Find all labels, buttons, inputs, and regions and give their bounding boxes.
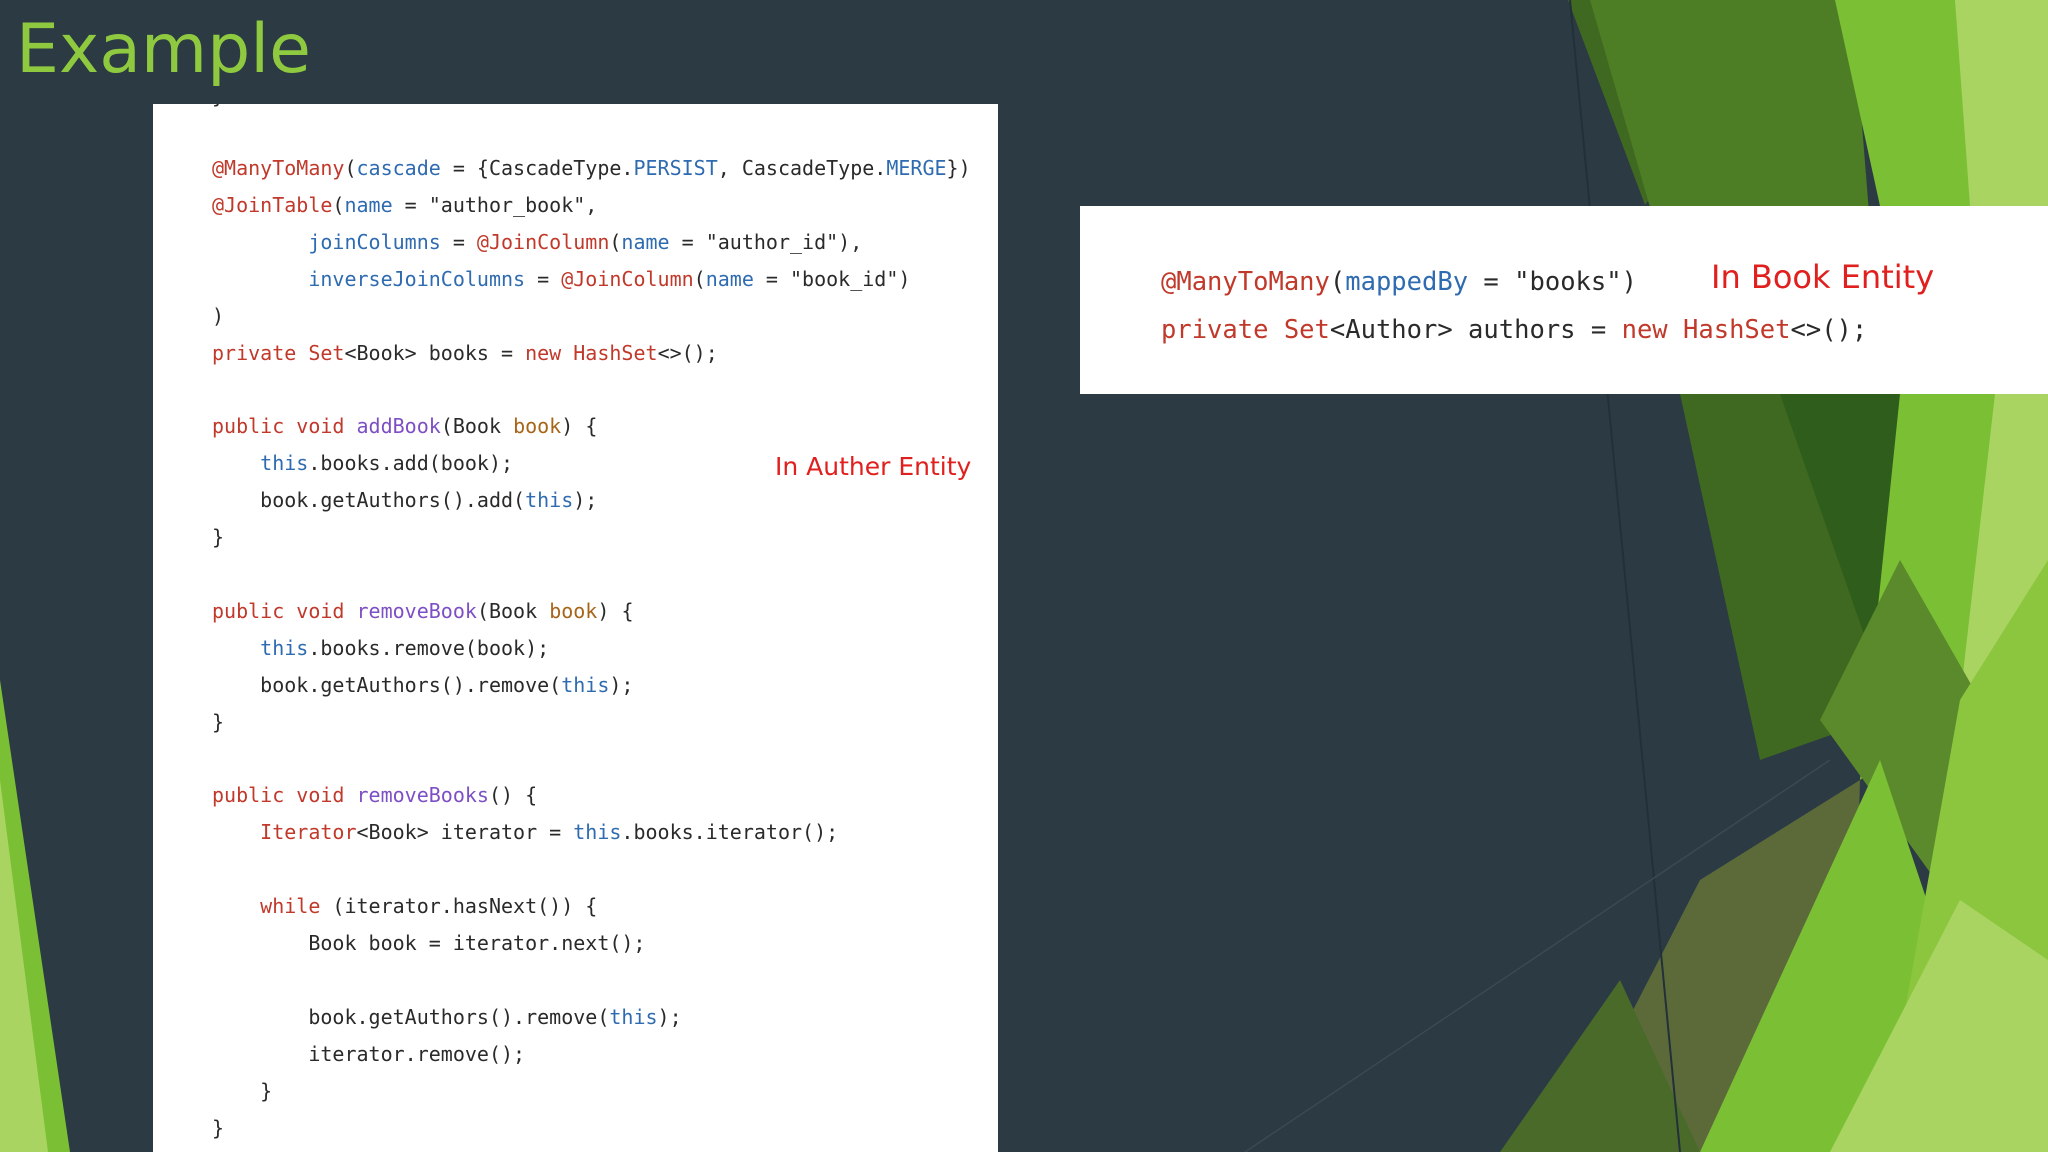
code-line: book.getAuthors().remove(this);	[212, 1004, 682, 1029]
code-token: mappedBy	[1345, 267, 1469, 297]
code-token: private	[1161, 315, 1269, 345]
code-token: joinColumns	[308, 229, 441, 254]
code-token: this	[260, 635, 309, 660]
code-line: }	[212, 709, 225, 734]
code-line: while (iterator.hasNext()) {	[260, 894, 598, 919]
code-line: book.getAuthors().remove(this);	[212, 672, 634, 697]
code-token: @ManyToMany	[1161, 267, 1330, 297]
code-line: }	[212, 1115, 225, 1140]
code-line: public void addBook(Book book) {	[212, 414, 598, 439]
code-token: this	[609, 1004, 658, 1029]
code-line: private Set<Author> authors = new HashSe…	[1161, 315, 1868, 345]
bg-shape	[1955, 0, 2048, 206]
code-token: book	[513, 414, 562, 439]
code-line: Iterator<Book> iterator = this.books.ite…	[260, 820, 839, 845]
code-line: iterator.remove();	[212, 1041, 526, 1066]
code-token: name	[344, 192, 393, 217]
code-token: removeBooks	[356, 783, 489, 808]
code-token: HashSet	[1683, 315, 1791, 345]
code-token: new	[525, 340, 562, 365]
code-token: Iterator	[260, 820, 357, 845]
code-token: this	[260, 451, 309, 476]
code-token: @JoinColumn	[476, 229, 610, 254]
code-token: public	[212, 598, 285, 623]
code-line-clipped: }	[212, 104, 224, 115]
author-code-block: @ManyToMany(cascade = {CascadeType.PERSI…	[212, 150, 971, 1146]
code-token: name	[705, 266, 754, 291]
book-code-card: @ManyToMany(mappedBy = "books") private …	[1080, 206, 2048, 394]
code-token: @JoinColumn	[561, 266, 694, 291]
author-code-card: } @ManyToMany(cascade = {CascadeType.PER…	[153, 104, 998, 1152]
code-token: inverseJoinColumns	[308, 266, 526, 291]
code-token: PERSIST	[633, 156, 718, 180]
code-token: addBook	[356, 414, 441, 439]
code-line: @ManyToMany(mappedBy = "books")	[1161, 267, 1637, 297]
code-token: this	[573, 820, 622, 845]
code-line: @JoinTable(name = "author_book",	[212, 192, 598, 217]
code-token: public	[212, 414, 285, 439]
code-token: void	[296, 598, 345, 623]
code-line: this.books.add(book);	[260, 451, 514, 476]
code-line: @ManyToMany(cascade = {CascadeType.PERSI…	[212, 156, 971, 180]
code-line: Book book = iterator.next();	[212, 931, 646, 956]
code-token: name	[621, 229, 670, 254]
author-entity-note: In Auther Entity	[775, 452, 972, 481]
code-token: book	[549, 598, 598, 623]
code-line: this.books.remove(book);	[260, 635, 550, 660]
code-token: HashSet	[573, 340, 658, 365]
code-token: cascade	[356, 156, 441, 180]
code-token: private	[212, 340, 297, 365]
code-token: @ManyToMany	[212, 156, 345, 180]
code-token: new	[1621, 315, 1668, 345]
slide-title: Example	[16, 10, 312, 89]
code-line: )	[212, 303, 225, 328]
code-token: void	[296, 414, 345, 439]
code-token: void	[296, 783, 345, 808]
code-token: this	[525, 488, 574, 513]
code-token: @JoinTable	[212, 192, 333, 217]
code-token: removeBook	[356, 598, 477, 623]
code-token: Set	[1283, 315, 1330, 345]
code-token: MERGE	[886, 156, 947, 180]
code-line: public void removeBooks() {	[212, 783, 538, 808]
code-line: }	[212, 525, 225, 550]
book-entity-note: In Book Entity	[1711, 258, 1935, 296]
code-line: inverseJoinColumns = @JoinColumn(name = …	[308, 266, 911, 291]
code-line: }	[212, 1078, 273, 1103]
code-line: public void removeBook(Book book) {	[212, 598, 634, 623]
code-line: joinColumns = @JoinColumn(name = "author…	[308, 229, 863, 254]
code-token: while	[260, 894, 321, 919]
code-token: this	[561, 672, 610, 697]
code-line: book.getAuthors().add(this);	[212, 488, 598, 513]
code-token: public	[212, 783, 285, 808]
code-token: Set	[308, 340, 345, 365]
code-line: private Set<Book> books = new HashSet<>(…	[212, 340, 718, 365]
